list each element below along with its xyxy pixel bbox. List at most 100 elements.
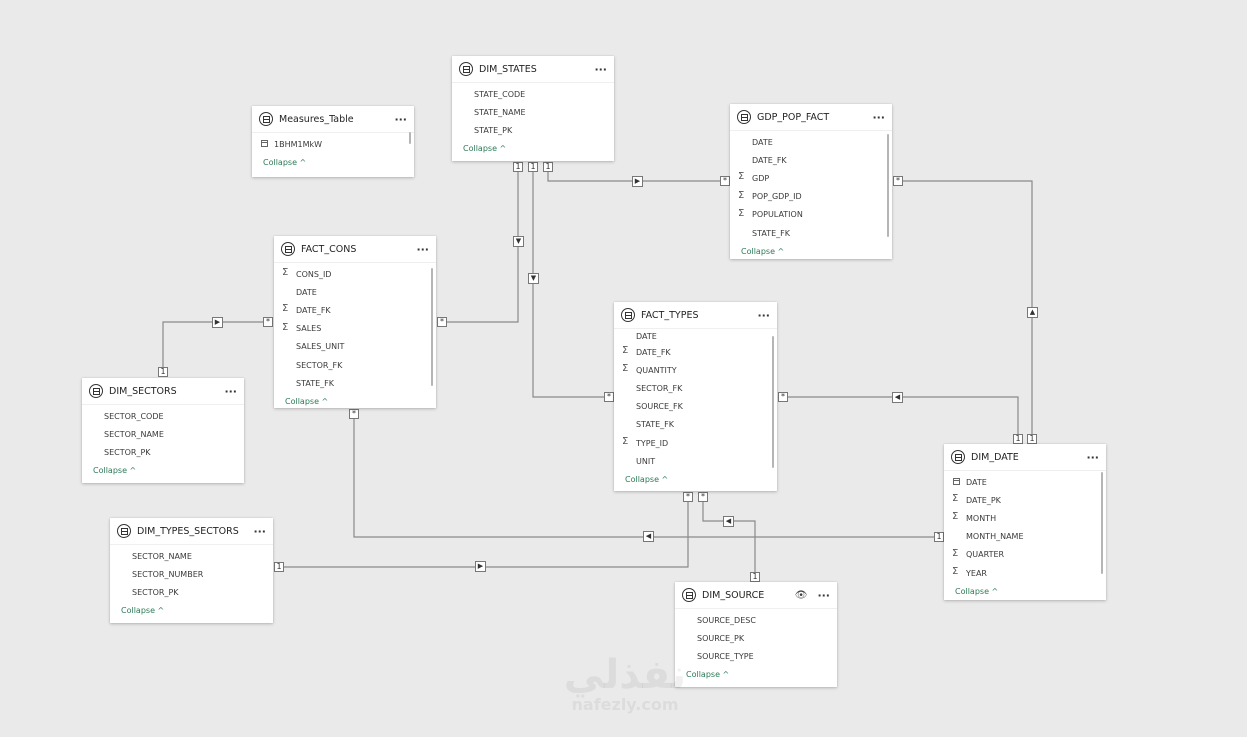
table-header[interactable]: GDP_POP_FACT ···: [730, 104, 892, 131]
collapse-link[interactable]: Collapse ^: [274, 392, 436, 410]
field-row[interactable]: Σ DATE_FK: [614, 343, 777, 361]
field-name: SOURCE_TYPE: [697, 651, 754, 661]
table-header[interactable]: DIM_STATES ···: [452, 56, 614, 83]
scrollbar[interactable]: [409, 132, 411, 144]
scrollbar[interactable]: [887, 134, 889, 237]
field-row[interactable]: DATE: [944, 473, 1106, 491]
collapse-link[interactable]: Collapse ^: [730, 242, 892, 260]
field-row[interactable]: SECTOR_PK: [82, 443, 244, 461]
field-list: DATE Σ DATE_FK Σ QUANTITY SECTOR_FK SOURCE…: [614, 329, 777, 470]
field-row[interactable]: STATE_PK: [452, 121, 614, 139]
table-card-dim-sectors[interactable]: DIM_SECTORS ··· SECTOR_CODE SECTOR_NAME …: [82, 378, 244, 483]
field-name: SECTOR_PK: [104, 447, 151, 457]
field-row[interactable]: Σ POPULATION: [730, 206, 892, 224]
table-header[interactable]: DIM_DATE ···: [944, 444, 1106, 471]
field-row[interactable]: STATE_NAME: [452, 103, 614, 121]
field-row[interactable]: SALES_UNIT: [274, 338, 436, 356]
arrow-down-icon: ▼: [528, 273, 539, 284]
collapse-link[interactable]: Collapse ^: [252, 153, 414, 171]
one-marker: 1: [750, 572, 760, 582]
arrow-down-icon: ▼: [513, 236, 524, 247]
more-options-icon[interactable]: ···: [394, 113, 407, 126]
table-card-gdp-pop-fact[interactable]: GDP_POP_FACT ··· DATE DATE_FK Σ GDP Σ POP_…: [730, 104, 892, 259]
table-header[interactable]: DIM_TYPES_SECTORS ···: [110, 518, 273, 545]
more-options-icon[interactable]: ···: [872, 111, 885, 124]
field-row[interactable]: UNIT: [614, 452, 777, 470]
more-options-icon[interactable]: ···: [224, 385, 237, 398]
field-row[interactable]: Σ QUARTER: [944, 546, 1106, 564]
field-row[interactable]: DATE: [730, 133, 892, 151]
field-name: 1BHM1MkW: [274, 139, 323, 149]
calculator-icon: [261, 140, 268, 147]
field-row[interactable]: SOURCE_DESC: [675, 611, 837, 629]
field-row[interactable]: SECTOR_PK: [110, 583, 273, 601]
table-header[interactable]: Measures_Table ···: [252, 106, 414, 133]
field-row[interactable]: Σ TYPE_ID: [614, 434, 777, 452]
field-row[interactable]: Σ MONTH: [944, 509, 1106, 527]
collapse-link[interactable]: Collapse ^: [82, 462, 244, 480]
scrollbar[interactable]: [772, 336, 774, 468]
field-row[interactable]: SECTOR_NAME: [82, 425, 244, 443]
field-row[interactable]: Σ POP_GDP_ID: [730, 188, 892, 206]
more-options-icon[interactable]: ···: [1086, 451, 1099, 464]
field-row[interactable]: STATE_CODE: [452, 85, 614, 103]
table-card-measures-table[interactable]: Measures_Table ··· 1BHM1MkW Collapse ^: [252, 106, 414, 177]
more-options-icon[interactable]: ···: [416, 243, 429, 256]
field-list: SECTOR_NAME SECTOR_NUMBER SECTOR_PK: [110, 545, 273, 602]
many-marker: *: [349, 409, 359, 419]
more-options-icon[interactable]: ···: [594, 63, 607, 76]
field-name: DATE_FK: [752, 155, 787, 165]
collapse-link[interactable]: Collapse ^: [452, 140, 614, 158]
field-row[interactable]: MONTH_NAME: [944, 528, 1106, 546]
table-header[interactable]: DIM_SOURCE 👁 ···: [675, 582, 837, 609]
collapse-link[interactable]: Collapse ^: [614, 470, 777, 488]
table-header[interactable]: FACT_CONS ···: [274, 236, 436, 263]
table-icon: [737, 110, 751, 124]
field-row[interactable]: 1BHM1MkW: [252, 135, 414, 153]
arrow-right-icon: ▶: [632, 176, 643, 187]
field-name: TYPE_ID: [636, 438, 669, 448]
field-row[interactable]: Σ QUANTITY: [614, 361, 777, 379]
field-name: STATE_FK: [636, 420, 674, 430]
field-row[interactable]: Σ YEAR: [944, 564, 1106, 582]
field-row[interactable]: SECTOR_NAME: [110, 547, 273, 565]
more-options-icon[interactable]: ···: [817, 589, 830, 602]
field-row[interactable]: SECTOR_FK: [614, 379, 777, 397]
rel-facttypes-date: [778, 396, 1019, 444]
scrollbar[interactable]: [431, 268, 433, 386]
sigma-icon: Σ: [952, 511, 959, 523]
field-row[interactable]: STATE_FK: [274, 374, 436, 392]
field-row[interactable]: SECTOR_CODE: [82, 407, 244, 425]
field-row[interactable]: DATE: [274, 283, 436, 301]
field-row[interactable]: Σ SALES: [274, 320, 436, 338]
field-row[interactable]: SOURCE_FK: [614, 398, 777, 416]
scrollbar[interactable]: [1101, 472, 1103, 574]
model-canvas[interactable]: 1 1 1 * * * * 1 * * 1 1 * 1 1 * * 1 ▶ ▼ …: [0, 0, 1247, 737]
more-options-icon[interactable]: ···: [757, 309, 770, 322]
table-card-fact-cons[interactable]: FACT_CONS ··· Σ CONS_ID DATE Σ DATE_FK Σ SA…: [274, 236, 436, 408]
table-icon: [281, 242, 295, 256]
field-row[interactable]: Σ DATE_PK: [944, 491, 1106, 509]
table-card-dim-states[interactable]: DIM_STATES ··· STATE_CODE STATE_NAME STA…: [452, 56, 614, 161]
field-row[interactable]: Σ DATE_FK: [274, 301, 436, 319]
field-row[interactable]: SECTOR_NUMBER: [110, 565, 273, 583]
field-row[interactable]: SECTOR_FK: [274, 356, 436, 374]
more-options-icon[interactable]: ···: [253, 525, 266, 538]
field-row[interactable]: STATE_FK: [730, 224, 892, 242]
field-row[interactable]: STATE_FK: [614, 416, 777, 434]
field-row[interactable]: Σ CONS_ID: [274, 265, 436, 283]
table-header[interactable]: FACT_TYPES ···: [614, 302, 777, 329]
collapse-link[interactable]: Collapse ^: [944, 582, 1106, 600]
field-row[interactable]: DATE: [614, 329, 777, 343]
eye-icon[interactable]: 👁: [795, 590, 808, 601]
field-row[interactable]: Σ GDP: [730, 169, 892, 187]
field-name: SOURCE_FK: [636, 402, 683, 412]
table-card-dim-date[interactable]: DIM_DATE ··· DATE Σ DATE_PK Σ MONTH MONTH_…: [944, 444, 1106, 600]
table-card-dim-types-sectors[interactable]: DIM_TYPES_SECTORS ··· SECTOR_NAME SECTOR…: [110, 518, 273, 623]
table-icon: [459, 62, 473, 76]
collapse-link[interactable]: Collapse ^: [110, 602, 273, 620]
table-card-fact-types[interactable]: FACT_TYPES ··· DATE Σ DATE_FK Σ QUANTITY S…: [614, 302, 777, 491]
table-header[interactable]: DIM_SECTORS ···: [82, 378, 244, 405]
field-row[interactable]: DATE_FK: [730, 151, 892, 169]
field-row[interactable]: SOURCE_PK: [675, 629, 837, 647]
